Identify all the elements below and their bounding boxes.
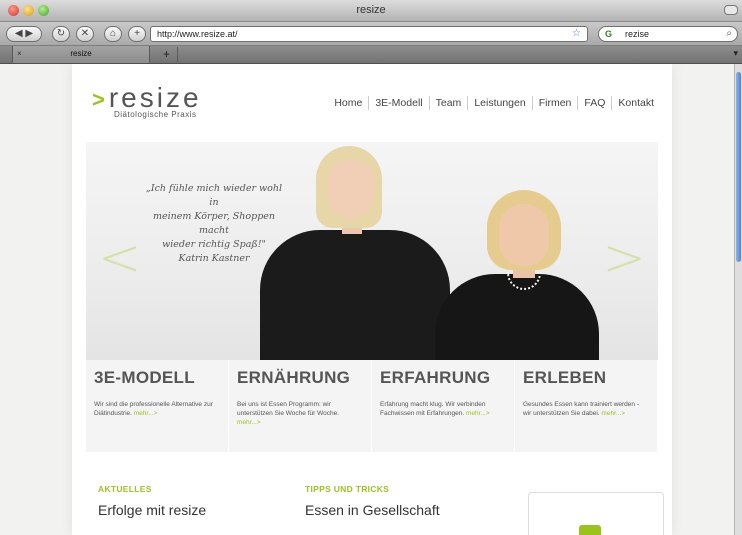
feature-text: Gesundes Essen kann trainiert werden - w… xyxy=(523,401,639,417)
feature-columns: 3E-MODELL Wir sind die professionelle Al… xyxy=(86,360,658,452)
news-tipps: TIPPS UND TRICKS Essen in Gesellschaft xyxy=(305,484,440,518)
logo-tagline: Diätologische Praxis xyxy=(114,110,197,119)
envelope-icon xyxy=(579,525,601,535)
scrollbar-thumb[interactable] xyxy=(736,72,741,262)
bookmark-star-icon[interactable]: ☆ xyxy=(572,28,581,39)
vertical-scrollbar[interactable] xyxy=(734,64,742,535)
search-query-text[interactable]: rezise xyxy=(625,29,649,39)
nav-leistungen[interactable]: Leistungen xyxy=(467,96,531,110)
feature-text: Erfahrung macht klug. Wir verbinden Fach… xyxy=(380,401,490,417)
more-link[interactable]: mehr...> xyxy=(601,410,625,417)
feature-erfahrung: ERFAHRUNG Erfahrung macht klug. Wir verb… xyxy=(372,360,515,452)
stop-icon: ✕ xyxy=(80,28,90,39)
more-link[interactable]: mehr...> xyxy=(134,410,158,417)
window-title: resize xyxy=(356,4,386,16)
search-icon[interactable]: ⌕ xyxy=(726,28,732,39)
new-tab-button[interactable]: + xyxy=(156,47,178,62)
hero-photo-person-1 xyxy=(246,142,450,360)
toolbar-toggle-button[interactable] xyxy=(724,5,738,15)
stop-button[interactable]: ✕ xyxy=(76,26,94,42)
nav-team[interactable]: Team xyxy=(428,96,468,110)
nav-faq[interactable]: FAQ xyxy=(577,96,611,110)
nav-3e-modell[interactable]: 3E-Modell xyxy=(368,96,428,110)
home-icon: ⌂ xyxy=(109,28,117,39)
feature-text: Bei uns ist Essen Programm: wir unterstü… xyxy=(237,401,340,426)
slider-prev-icon[interactable]: < xyxy=(98,228,142,288)
browser-toolbar: ◀ ▶ ↻ ✕ ⌂ + http://www.resize.at/ ☆ G re… xyxy=(0,22,742,46)
news-headline[interactable]: Essen in Gesellschaft xyxy=(305,502,440,518)
more-link[interactable]: mehr...> xyxy=(466,410,490,417)
address-bar[interactable]: http://www.resize.at/ ☆ xyxy=(150,26,588,42)
reload-button[interactable]: ↻ xyxy=(52,26,70,42)
news-headline[interactable]: Erfolge mit resize xyxy=(98,502,206,518)
search-bar[interactable]: G rezise ⌕ xyxy=(598,26,738,42)
tab-resize[interactable]: × resize xyxy=(12,46,150,63)
url-text[interactable]: http://www.resize.at/ xyxy=(157,29,238,39)
search-engine-icon[interactable]: G xyxy=(605,29,612,39)
home-button[interactable]: ⌂ xyxy=(104,26,122,42)
section-label: TIPPS UND TRICKS xyxy=(305,484,390,494)
feature-title[interactable]: 3E-MODELL xyxy=(94,368,220,388)
feature-text: Wir sind die professionelle Alternative … xyxy=(94,401,213,417)
more-link[interactable]: mehr...> xyxy=(237,419,261,426)
add-bookmark-button[interactable]: + xyxy=(128,26,146,42)
page-viewport: > resize Diätologische Praxis Home 3E-Mod… xyxy=(0,64,734,535)
feature-title[interactable]: ERFAHRUNG xyxy=(380,368,506,388)
tab-label: resize xyxy=(70,49,92,58)
feature-3e-modell: 3E-MODELL Wir sind die professionelle Al… xyxy=(86,360,229,452)
add-icon: + xyxy=(134,28,140,39)
window-titlebar: resize xyxy=(0,0,742,22)
logo-name: resize xyxy=(108,82,202,113)
sidebar-box[interactable] xyxy=(528,492,664,535)
nav-firmen[interactable]: Firmen xyxy=(531,96,578,110)
tab-list-icon[interactable]: ▾ xyxy=(733,48,738,59)
forward-icon[interactable]: ▶ xyxy=(25,28,33,39)
slider-next-icon[interactable]: > xyxy=(602,228,646,288)
main-navigation: Home 3E-Modell Team Leistungen Firmen FA… xyxy=(328,96,660,110)
feature-title[interactable]: ERNÄHRUNG xyxy=(237,368,363,388)
back-forward-button[interactable]: ◀ ▶ xyxy=(6,26,42,42)
section-label: AKTUELLES xyxy=(98,484,152,494)
feature-erleben: ERLEBEN Gesundes Essen kann trainiert we… xyxy=(515,360,658,452)
page-container: > resize Diätologische Praxis Home 3E-Mod… xyxy=(72,64,672,535)
hero-photo-person-2 xyxy=(431,160,601,360)
news-aktuelles: AKTUELLES Erfolge mit resize xyxy=(98,484,206,518)
site-logo[interactable]: > resize Diätologische Praxis xyxy=(92,82,202,119)
logo-arrow: > xyxy=(92,87,105,112)
feature-title[interactable]: ERLEBEN xyxy=(523,368,649,388)
feature-ernaehrung: ERNÄHRUNG Bei uns ist Essen Programm: wi… xyxy=(229,360,372,452)
nav-home[interactable]: Home xyxy=(328,96,368,110)
nav-kontakt[interactable]: Kontakt xyxy=(611,96,660,110)
reload-icon: ↻ xyxy=(56,28,66,39)
hero-slider: „Ich fühle mich wieder wohl in meinem Kö… xyxy=(86,142,658,360)
back-icon[interactable]: ◀ xyxy=(15,28,23,39)
tab-bar: × resize + ▾ xyxy=(0,46,742,64)
